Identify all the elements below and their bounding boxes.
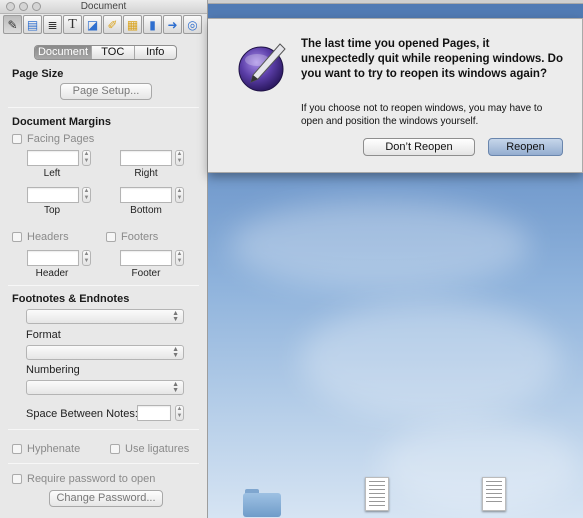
right-margin-stepper[interactable]: ▲ ▼ <box>175 150 184 166</box>
headers-label: Headers <box>27 231 69 243</box>
inspector-title: Document <box>80 1 127 12</box>
left-margin-field[interactable] <box>27 150 79 166</box>
left-margin-label: Left <box>43 168 61 179</box>
chart-icon[interactable]: ▮ <box>143 15 162 34</box>
tab-toc[interactable]: TOC <box>91 46 134 59</box>
bottom-margin-stepper[interactable]: ▲ ▼ <box>175 187 184 203</box>
inspector-titlebar[interactable]: Document <box>0 0 207 14</box>
page-setup-button[interactable]: Page Setup... <box>60 83 152 100</box>
footer-stepper[interactable]: ▲ ▼ <box>175 250 184 266</box>
checkbox-icon[interactable] <box>110 444 120 454</box>
text-icon[interactable]: T <box>63 15 82 34</box>
background-window <box>208 0 583 4</box>
divider <box>8 463 199 464</box>
space-between-notes-field[interactable] <box>137 405 171 421</box>
right-margin-field[interactable] <box>120 150 172 166</box>
table-icon[interactable]: ▦ <box>123 15 142 34</box>
format-popup[interactable]: ▲ ▼ <box>26 345 184 360</box>
document-margins-heading: Document Margins <box>12 116 112 128</box>
divider <box>8 429 199 430</box>
space-between-notes-stepper[interactable]: ▲ ▼ <box>175 405 184 421</box>
require-password-label: Require password to open <box>27 473 156 485</box>
bottom-margin-field[interactable] <box>120 187 172 203</box>
chevron-updown-icon: ▲ ▼ <box>172 310 179 323</box>
use-ligatures-label: Use ligatures <box>125 443 190 455</box>
footer-label: Footer <box>131 268 161 279</box>
left-margin-stepper[interactable]: ▲ ▼ <box>82 150 91 166</box>
footnotes-heading: Footnotes & Endnotes <box>12 293 130 305</box>
inspector-toolbar: ✎ ▤ ≣ T ◪ ✐ ▦ ▮ ➜ ◎ <box>3 15 202 35</box>
layout-icon[interactable]: ▤ <box>23 15 42 34</box>
reopen-button[interactable]: Reopen <box>488 138 563 156</box>
bottom-margin-label: Bottom <box>130 205 162 216</box>
top-margin-field[interactable] <box>27 187 79 203</box>
header-stepper[interactable]: ▲ ▼ <box>82 250 91 266</box>
space-between-notes-label: Space Between Notes: <box>26 408 138 420</box>
alert-informative-text: If you choose not to reopen windows, you… <box>301 103 543 127</box>
tab-info[interactable]: Info <box>133 46 176 59</box>
tab-document[interactable]: Document <box>35 46 92 59</box>
facing-pages-checkbox[interactable]: Facing Pages <box>12 133 94 145</box>
headers-checkbox[interactable]: Headers <box>12 231 69 243</box>
inspector-tabs: Document TOC Info <box>34 45 177 60</box>
format-label: Format <box>26 329 61 341</box>
numbering-popup[interactable]: ▲ ▼ <box>26 380 184 395</box>
hyperlink-icon[interactable]: ◎ <box>183 15 202 34</box>
use-ligatures-checkbox[interactable]: Use ligatures <box>110 443 189 455</box>
footers-label: Footers <box>121 231 159 243</box>
checkbox-icon[interactable] <box>106 232 116 242</box>
divider <box>8 285 199 286</box>
right-margin-label: Right <box>134 168 158 179</box>
metrics-icon[interactable]: ✐ <box>103 15 122 34</box>
dont-reopen-button[interactable]: Don’t Reopen <box>363 138 475 156</box>
graphic-icon[interactable]: ◪ <box>83 15 102 34</box>
chevron-updown-icon: ▲ ▼ <box>172 381 179 394</box>
facing-pages-label: Facing Pages <box>27 133 95 145</box>
checkbox-icon[interactable] <box>12 444 22 454</box>
alert-message: The last time you opened Pages, it unexp… <box>301 38 563 80</box>
footnotes-type-popup[interactable]: ▲ ▼ <box>26 309 184 324</box>
footers-checkbox[interactable]: Footers <box>106 231 158 243</box>
desktop-document-icon[interactable] <box>365 477 389 511</box>
pages-app-icon <box>238 43 286 92</box>
require-password-checkbox[interactable]: Require password to open <box>12 473 155 485</box>
reopen-alert-dialog: The last time you opened Pages, it unexp… <box>208 18 583 173</box>
desktop-folder-icon[interactable] <box>243 489 281 518</box>
checkbox-icon[interactable] <box>12 134 22 144</box>
divider <box>8 107 199 108</box>
header-label: Header <box>35 268 69 279</box>
wrap-icon[interactable]: ≣ <box>43 15 62 34</box>
checkbox-icon[interactable] <box>12 232 22 242</box>
header-field[interactable] <box>27 250 79 266</box>
top-margin-stepper[interactable]: ▲ ▼ <box>82 187 91 203</box>
change-password-button[interactable]: Change Password... <box>49 490 163 507</box>
chevron-updown-icon: ▲ ▼ <box>172 346 179 359</box>
page-size-heading: Page Size <box>12 68 64 80</box>
hyphenate-checkbox[interactable]: Hyphenate <box>12 443 80 455</box>
hyphenate-label: Hyphenate <box>27 443 81 455</box>
checkbox-icon[interactable] <box>12 474 22 484</box>
link-icon[interactable]: ➜ <box>163 15 182 34</box>
top-margin-label: Top <box>43 205 61 216</box>
footer-field[interactable] <box>120 250 172 266</box>
document-icon[interactable]: ✎ <box>3 15 22 34</box>
desktop-document-icon[interactable] <box>482 477 506 511</box>
document-inspector: Document ✎ ▤ ≣ T ◪ ✐ ▦ ▮ ➜ ◎ Document TO… <box>0 0 208 518</box>
numbering-label: Numbering <box>26 364 80 376</box>
